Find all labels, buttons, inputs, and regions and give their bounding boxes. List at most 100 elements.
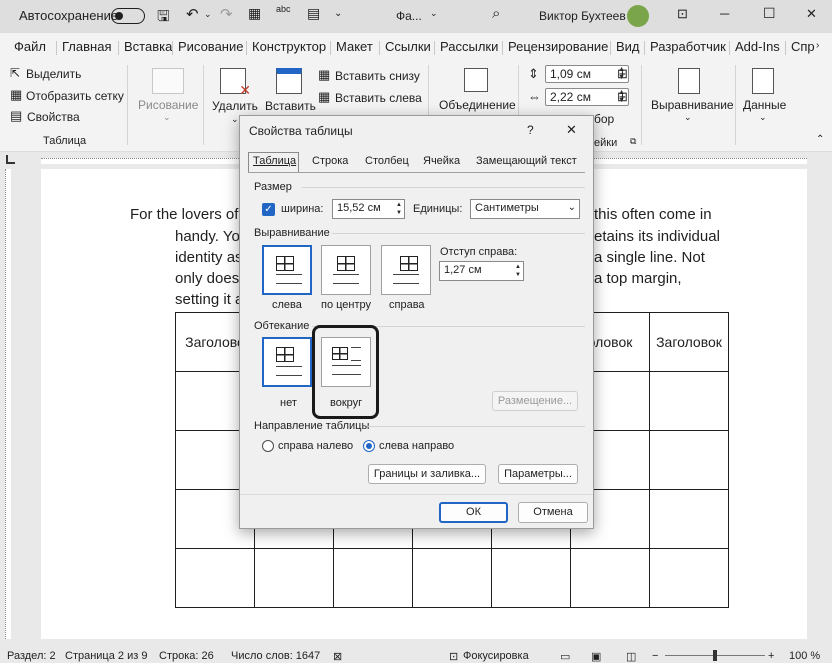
tab-view[interactable]: Вид <box>616 39 640 54</box>
align-center-option[interactable] <box>321 245 371 295</box>
table-cell[interactable] <box>649 430 729 490</box>
alignment-button[interactable]: Выравнивание <box>651 98 734 112</box>
borders-shading-button[interactable]: Границы и заливка... <box>368 464 486 484</box>
tab-developer[interactable]: Разработчик <box>650 39 726 54</box>
collapse-ribbon-icon[interactable]: ⌃ <box>816 134 824 145</box>
distribute-rows-icon[interactable]: ⊞ <box>617 66 628 82</box>
table-cell[interactable] <box>649 489 729 549</box>
doc-dropdown-icon[interactable]: ⌄ <box>430 8 438 19</box>
positioning-button[interactable]: Размещение... <box>492 391 578 411</box>
customize-qat-icon[interactable]: ⌄ <box>334 8 342 19</box>
tab-alt-text[interactable]: Замещающий текст <box>476 155 577 167</box>
draw-dropdown-icon[interactable]: ⌄ <box>163 112 171 123</box>
zoom-level[interactable]: 100 % <box>789 650 820 662</box>
insert-left-button[interactable]: Вставить слева <box>335 91 422 105</box>
options-button[interactable]: Параметры... <box>498 464 578 484</box>
tab-mailings[interactable]: Рассылки <box>440 39 498 54</box>
tab-review[interactable]: Рецензирование <box>508 39 608 54</box>
cancel-button[interactable]: Отмена <box>518 502 588 523</box>
search-icon[interactable]: ⌕ <box>492 5 500 22</box>
undo-dropdown-icon[interactable]: ⌄ <box>204 9 212 20</box>
dialog-close-icon[interactable]: ✕ <box>566 122 577 138</box>
close-icon[interactable]: ✕ <box>806 6 817 22</box>
tab-design[interactable]: Конструктор <box>252 39 326 54</box>
avatar[interactable] <box>627 5 649 27</box>
data-button[interactable]: Данные <box>743 98 786 112</box>
tab-file[interactable]: Файл <box>14 39 46 54</box>
maximize-icon[interactable]: ☐ <box>763 5 776 22</box>
show-grid-button[interactable]: Отобразить сетку <box>26 89 124 103</box>
proofing-icon[interactable]: ⊠ <box>333 650 342 663</box>
table-cell[interactable] <box>254 548 334 608</box>
minimize-icon[interactable]: ─ <box>720 6 729 21</box>
vertical-scrollbar[interactable] <box>816 169 832 639</box>
align-left-option[interactable] <box>262 245 312 295</box>
table-cell[interactable] <box>649 548 729 608</box>
insert-below-button[interactable]: Вставить снизу <box>335 69 420 83</box>
wrap-none-option[interactable] <box>262 337 312 387</box>
table-cell[interactable]: Заголовок <box>649 312 729 372</box>
properties-button[interactable]: Свойства <box>27 110 80 124</box>
ribbon-scroll-icon[interactable]: › <box>816 40 819 51</box>
delete-button[interactable]: Удалить <box>212 99 258 113</box>
format-icon[interactable]: ▤ <box>307 5 320 22</box>
zoom-slider-thumb[interactable] <box>713 650 717 661</box>
indent-input[interactable]: 1,27 см ▲ ▼ <box>439 261 524 281</box>
tab-column[interactable]: Столбец <box>365 155 409 167</box>
alignment-dropdown-icon[interactable]: ⌄ <box>684 112 692 123</box>
align-right-option[interactable] <box>381 245 431 295</box>
table-cell[interactable] <box>491 548 571 608</box>
web-layout-icon[interactable]: ◫ <box>626 650 636 663</box>
redo-icon[interactable]: ↷ <box>220 5 233 23</box>
read-mode-icon[interactable]: ▭ <box>560 650 570 663</box>
save-icon[interactable]: 🖫 <box>157 6 170 31</box>
section-indicator[interactable]: Раздел: 2 <box>7 650 56 662</box>
focus-icon[interactable]: ⊡ <box>449 650 458 663</box>
table-cell[interactable] <box>570 548 650 608</box>
undo-icon[interactable]: ↶ <box>186 5 199 23</box>
help-icon[interactable]: ? <box>527 123 534 137</box>
dropdown-arrow-icon[interactable]: ⌄ <box>568 202 576 213</box>
distribute-cols-icon[interactable]: ⊞ <box>617 89 628 105</box>
focus-button[interactable]: Фокусировка <box>463 650 529 662</box>
table-cell[interactable] <box>649 371 729 431</box>
ribbon-display-icon[interactable]: ⊡ <box>677 6 688 22</box>
zoom-in-icon[interactable]: + <box>768 650 774 662</box>
spin-arrows-icon[interactable]: ▲ ▼ <box>396 201 402 217</box>
tab-help[interactable]: Спр <box>791 39 815 54</box>
table-cell[interactable] <box>333 548 413 608</box>
rtl-radio[interactable] <box>262 440 274 452</box>
tab-layout[interactable]: Макет <box>336 39 373 54</box>
tab-stop-icon[interactable] <box>6 155 15 164</box>
autosave-toggle[interactable] <box>111 8 145 24</box>
ok-button[interactable]: ОК <box>439 502 508 523</box>
zoom-out-icon[interactable]: − <box>652 650 658 662</box>
line-indicator[interactable]: Строка: 26 <box>159 650 214 662</box>
word-count[interactable]: Число слов: 1647 <box>231 650 320 662</box>
dialog-launcher-icon[interactable]: ⧉ <box>630 136 636 147</box>
insert-above-button[interactable]: Вставить <box>265 99 316 113</box>
page-indicator[interactable]: Страница 2 из 9 <box>65 650 147 662</box>
width-input[interactable]: 15,52 см ▲ ▼ <box>332 199 405 219</box>
table-cell[interactable] <box>175 548 255 608</box>
merge-button[interactable]: Объединение <box>439 98 516 112</box>
spin-arrows-icon[interactable]: ▲ ▼ <box>515 263 521 279</box>
tab-references[interactable]: Ссылки <box>385 39 431 54</box>
tab-cell[interactable]: Ячейка <box>423 155 460 167</box>
tab-home[interactable]: Главная <box>62 39 111 54</box>
data-dropdown-icon[interactable]: ⌄ <box>759 112 767 123</box>
tab-draw[interactable]: Рисование <box>178 39 243 54</box>
tab-insert[interactable]: Вставка <box>124 39 172 54</box>
units-select[interactable]: Сантиметры ⌄ <box>470 199 580 219</box>
table-icon[interactable]: ▦ <box>248 5 261 22</box>
select-button[interactable]: Выделить <box>26 67 81 81</box>
draw-button[interactable]: Рисование <box>138 98 198 112</box>
spelling-icon[interactable]: abc <box>276 4 291 14</box>
print-layout-icon[interactable]: ▣ <box>591 650 601 663</box>
width-checkbox[interactable]: ✓ <box>262 203 275 216</box>
tab-addins[interactable]: Add-Ins <box>735 39 780 54</box>
autofit-button[interactable]: бор <box>594 112 614 126</box>
tab-row[interactable]: Строка <box>312 155 348 167</box>
table-cell[interactable] <box>412 548 492 608</box>
vertical-ruler[interactable] <box>0 169 16 639</box>
